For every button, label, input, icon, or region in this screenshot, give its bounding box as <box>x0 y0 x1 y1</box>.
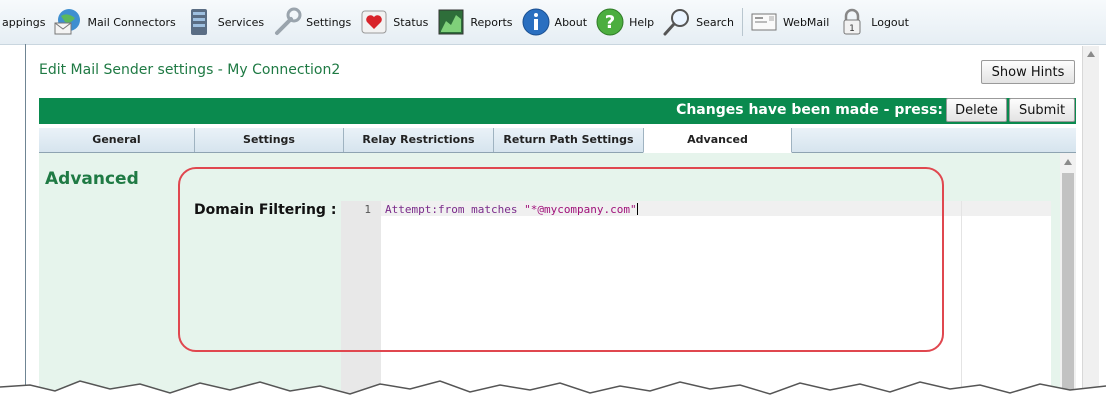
toolbar-item-services[interactable]: Services <box>184 7 264 37</box>
heart-status-icon <box>361 10 387 34</box>
toolbar-item-status[interactable]: Status <box>359 7 428 37</box>
changes-message: Changes have been made - press: <box>676 102 943 118</box>
toolbar-label-about: About <box>554 15 588 29</box>
tab-general[interactable]: General <box>39 128 194 152</box>
svg-text:1: 1 <box>849 24 855 34</box>
section-title: Advanced <box>45 169 139 189</box>
delete-button[interactable]: Delete <box>946 98 1007 122</box>
frame-border <box>25 44 26 409</box>
search-icon <box>663 9 690 36</box>
toolbar-item-webmail[interactable]: WebMail <box>749 7 829 37</box>
torn-edge <box>0 380 1106 409</box>
highlight-annotation <box>178 167 944 352</box>
svg-text:?: ? <box>605 12 615 33</box>
main-toolbar: appings Mail Connectors Services Setting… <box>0 0 1106 45</box>
toolbar-label-status: Status <box>393 15 429 29</box>
page-title: Edit Mail Sender settings - My Connectio… <box>39 62 341 78</box>
toolbar-item-settings[interactable]: Settings <box>272 7 351 37</box>
tab-relay-restrictions[interactable]: Relay Restrictions <box>343 128 493 152</box>
toolbar-label-help: Help <box>629 15 655 29</box>
tab-return-path-settings[interactable]: Return Path Settings <box>493 128 643 152</box>
reports-icon <box>438 9 464 35</box>
server-icon <box>190 9 207 35</box>
settings-tabs: General Settings Relay Restrictions Retu… <box>39 128 1076 153</box>
toolbar-item-mappings[interactable]: appings <box>2 16 45 29</box>
toolbar-label-search: Search <box>696 15 734 29</box>
changes-bar: Changes have been made - press: <box>39 98 1076 124</box>
toolbar-item-about[interactable]: About <box>521 7 588 37</box>
globe-mail-icon <box>54 9 81 35</box>
scroll-up-arrow-icon[interactable] <box>1064 159 1072 165</box>
toolbar-item-reports[interactable]: Reports <box>436 7 513 37</box>
webmail-icon <box>751 13 777 31</box>
toolbar-item-logout[interactable]: 1 Logout <box>837 7 909 37</box>
toolbar-label-mappings: appings <box>2 15 46 29</box>
toolbar-item-help[interactable]: ? Help <box>595 7 654 37</box>
tab-settings[interactable]: Settings <box>194 128 343 152</box>
help-icon: ? <box>596 8 624 36</box>
info-icon <box>522 8 550 36</box>
tab-advanced[interactable]: Advanced <box>643 128 792 153</box>
scroll-up-arrow-icon[interactable] <box>1087 51 1095 57</box>
toolbar-label-logout: Logout <box>871 15 909 29</box>
toolbar-separator <box>741 8 743 36</box>
submit-button[interactable]: Submit <box>1009 98 1075 122</box>
toolbar-label-services: Services <box>217 15 265 29</box>
toolbar-item-search[interactable]: Search <box>662 7 734 37</box>
wrench-icon <box>275 7 302 35</box>
lock-icon: 1 <box>843 8 861 35</box>
toolbar-label-mail-connectors: Mail Connectors <box>87 15 176 29</box>
toolbar-label-settings: Settings <box>306 15 352 29</box>
page-scrollbar[interactable] <box>1082 46 1099 409</box>
toolbar-item-mail-connectors[interactable]: Mail Connectors <box>53 7 176 37</box>
toolbar-label-webmail: WebMail <box>782 15 830 29</box>
toolbar-label-reports: Reports <box>470 15 513 29</box>
show-hints-button[interactable]: Show Hints <box>981 60 1075 84</box>
